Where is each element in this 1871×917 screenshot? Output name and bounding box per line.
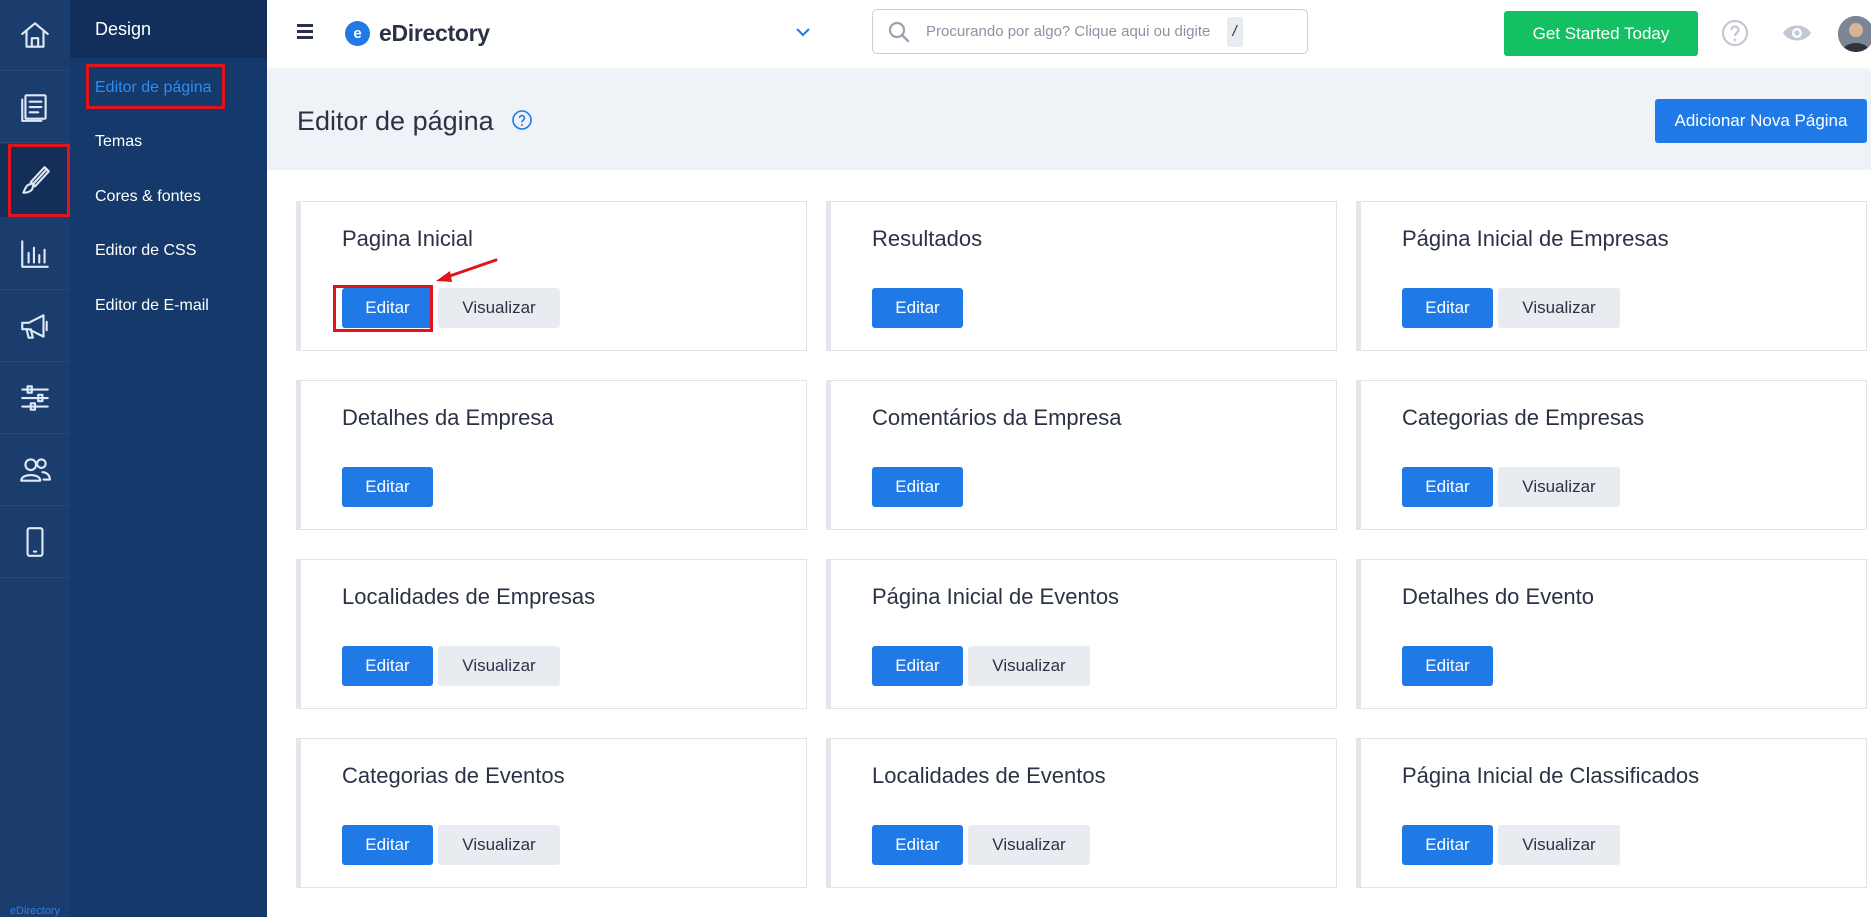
settings-sliders-icon <box>21 385 49 411</box>
card-title: Detalhes da Empresa <box>342 405 554 430</box>
top-bar: e eDirectory / Get Started Today <box>267 0 1871 68</box>
page-card: Categorias de Empresas Editar Visualizar <box>1356 380 1867 530</box>
edit-button[interactable]: Editar <box>342 467 433 507</box>
megaphone-icon <box>21 314 48 339</box>
page-card: Página Inicial de Empresas Editar Visual… <box>1356 201 1867 351</box>
card-title: Categorias de Empresas <box>1402 405 1645 430</box>
edit-button[interactable]: Editar <box>342 646 433 686</box>
rail-home[interactable] <box>0 0 70 71</box>
mobile-icon <box>26 527 44 557</box>
subnav-title: Design <box>70 0 267 58</box>
edit-button[interactable]: Editar <box>872 646 963 686</box>
get-started-button[interactable]: Get Started Today <box>1504 11 1698 56</box>
edit-button[interactable]: Editar <box>1402 646 1493 686</box>
avatar[interactable] <box>1838 16 1871 52</box>
view-button[interactable]: Visualizar <box>1498 825 1620 865</box>
page-card: Detalhes da Empresa Editar <box>296 380 807 530</box>
edit-button[interactable]: Editar <box>1402 288 1493 328</box>
view-button[interactable]: Visualizar <box>438 288 560 328</box>
reports-icon <box>21 240 49 268</box>
content-icon <box>21 94 47 122</box>
subnav-item-css-editor[interactable]: Editor de CSS <box>95 242 196 260</box>
search-box[interactable]: / <box>872 9 1308 54</box>
view-button[interactable]: Visualizar <box>1498 288 1620 328</box>
subnav-item-email-editor[interactable]: Editor de E-mail <box>95 297 209 315</box>
search-input[interactable] <box>924 22 1227 41</box>
rail-reports[interactable] <box>0 219 70 290</box>
chevron-down-icon[interactable] <box>795 24 811 40</box>
search-shortcut-key: / <box>1227 16 1243 47</box>
page-title: Editor de página <box>297 106 494 136</box>
annotation-arrow-icon <box>436 258 498 282</box>
edit-button[interactable]: Editar <box>1402 467 1493 507</box>
edit-button[interactable]: Editar <box>872 288 963 328</box>
subnav-item-themes[interactable]: Temas <box>95 133 142 151</box>
design-subnav: Design Editor de página Temas Cores & fo… <box>70 0 267 917</box>
view-button[interactable]: Visualizar <box>968 825 1090 865</box>
view-button[interactable]: Visualizar <box>438 646 560 686</box>
card-title: Página Inicial de Classificados <box>1402 763 1700 788</box>
page-card: Detalhes do Evento Editar <box>1356 559 1867 709</box>
rail-users[interactable] <box>0 435 70 506</box>
rail-brand-label: eDirectory <box>9 905 61 917</box>
edit-button[interactable]: Editar <box>342 825 433 865</box>
annotation-highlight-edit-button <box>333 285 433 332</box>
card-title: Resultados <box>872 226 983 251</box>
page-card: Resultados Editar <box>826 201 1337 351</box>
rail-settings[interactable] <box>0 363 70 434</box>
card-title: Pagina Inicial <box>342 226 473 251</box>
subnav-item-colors-fonts[interactable]: Cores & fontes <box>95 188 201 206</box>
card-title: Categorias de Eventos <box>342 763 565 788</box>
rail-mobile[interactable] <box>0 507 70 578</box>
home-icon <box>21 22 49 48</box>
card-title: Localidades de Eventos <box>872 763 1106 788</box>
rail-marketing[interactable] <box>0 291 70 362</box>
page-header: Editor de página Adicionar Nova Página <box>267 70 1871 170</box>
page-card: Categorias de Eventos Editar Visualizar <box>296 738 807 888</box>
brand-selector[interactable]: e eDirectory <box>345 20 490 47</box>
page-card: Comentários da Empresa Editar <box>826 380 1337 530</box>
annotation-highlight-design-icon <box>8 144 70 217</box>
edit-button[interactable]: Editar <box>872 467 963 507</box>
page-card: Localidades de Empresas Editar Visualiza… <box>296 559 807 709</box>
hamburger-menu-icon[interactable] <box>297 24 313 39</box>
view-button[interactable]: Visualizar <box>968 646 1090 686</box>
card-title: Página Inicial de Eventos <box>872 584 1120 609</box>
card-title: Página Inicial de Empresas <box>1402 226 1669 251</box>
brand-name: eDirectory <box>379 20 490 46</box>
page-card: Página Inicial de Eventos Editar Visuali… <box>826 559 1337 709</box>
help-circle-icon[interactable] <box>1720 18 1750 48</box>
edit-button[interactable]: Editar <box>872 825 963 865</box>
page-card: Localidades de Eventos Editar Visualizar <box>826 738 1337 888</box>
brand-logo-icon: e <box>345 21 370 46</box>
edit-button[interactable]: Editar <box>1402 825 1493 865</box>
rail-content[interactable] <box>0 72 70 143</box>
card-title: Localidades de Empresas <box>342 584 596 609</box>
users-icon <box>20 458 51 482</box>
icon-rail: eDirectory <box>0 0 70 917</box>
eye-icon[interactable] <box>1781 20 1813 46</box>
card-title: Detalhes do Evento <box>1402 584 1595 609</box>
view-button[interactable]: Visualizar <box>438 825 560 865</box>
card-title: Comentários da Empresa <box>872 405 1122 430</box>
search-icon <box>888 21 910 42</box>
add-new-page-button[interactable]: Adicionar Nova Página <box>1655 99 1867 143</box>
help-circle-icon[interactable] <box>511 109 533 131</box>
view-button[interactable]: Visualizar <box>1498 467 1620 507</box>
annotation-highlight-page-editor <box>86 64 225 109</box>
page-card: Página Inicial de Classificados Editar V… <box>1356 738 1867 888</box>
